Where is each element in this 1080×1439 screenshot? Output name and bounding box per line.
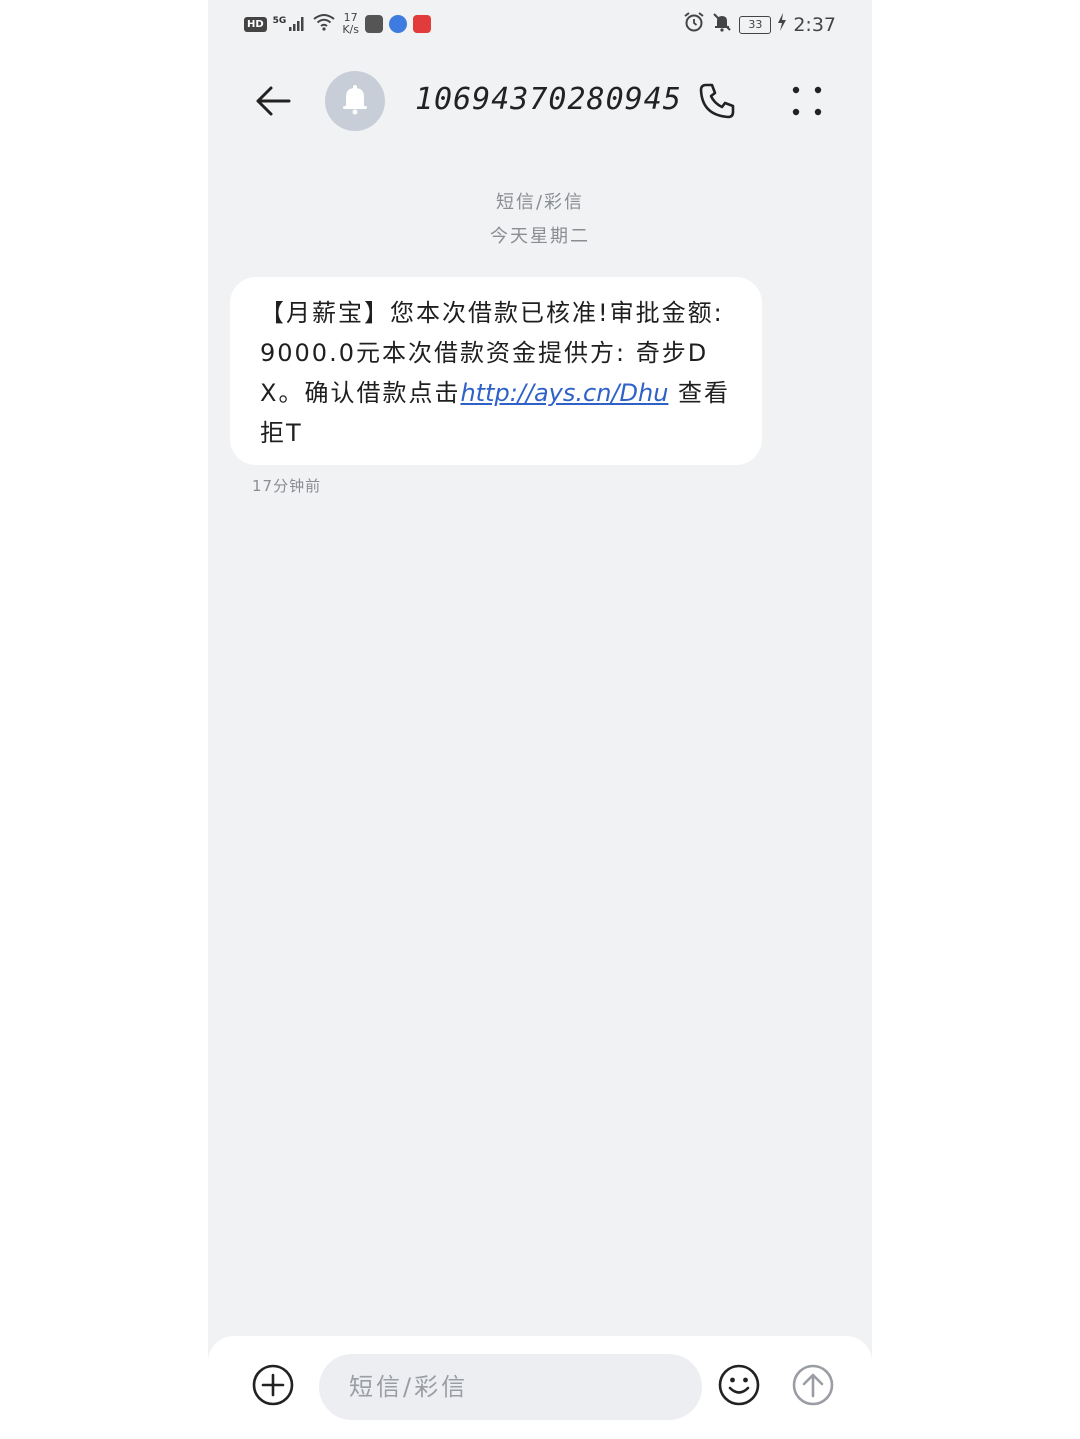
contact-number: 10694370280945: [415, 82, 682, 117]
charging-icon: [777, 13, 787, 36]
channel-label: 短信/彩信: [495, 192, 585, 213]
emoji-button[interactable]: [716, 1364, 762, 1410]
net-speed-unit: K/s: [342, 23, 359, 36]
more-dots-icon: [790, 84, 824, 122]
smiley-icon: [717, 1363, 761, 1411]
message-input[interactable]: [319, 1354, 702, 1420]
status-bar-left: HD 5G 17 K/s: [244, 12, 431, 36]
status-bar: HD 5G 17 K/s 33 2:37: [208, 0, 872, 50]
compose-bar: [208, 1336, 872, 1439]
message-link[interactable]: http://ays.cn/Dhu: [460, 379, 668, 407]
contact-avatar[interactable]: [325, 71, 385, 131]
signal-icon: 5G: [273, 16, 307, 32]
phone-screen: HD 5G 17 K/s 33 2:37 10694370280945 短信/彩…: [208, 0, 872, 1439]
app-red-notification-icon: [412, 15, 431, 33]
plus-circle-icon: [251, 1363, 295, 1411]
message-bubble[interactable]: 【月薪宝】您本次借款已核准!审批金额: 9000.0元本次借款资金提供方: 奇步…: [230, 277, 762, 465]
send-arrow-icon: [791, 1363, 835, 1411]
attach-button[interactable]: [250, 1364, 296, 1410]
back-button[interactable]: [248, 78, 298, 128]
more-options-button[interactable]: [782, 78, 832, 128]
conversation-header: 10694370280945: [208, 60, 872, 142]
message-timestamp: 17分钟前: [252, 477, 322, 495]
date-label: 今天星期二: [490, 226, 590, 247]
hd-badge: HD: [244, 16, 267, 32]
net-speed: 17 K/s: [342, 12, 359, 36]
status-clock: 2:37: [793, 13, 836, 36]
alarm-icon: [683, 12, 705, 37]
thread-info: 短信/彩信 今天星期二: [208, 186, 872, 254]
status-bar-right: 33 2:37: [683, 12, 836, 37]
send-button[interactable]: [790, 1364, 836, 1410]
battery-indicator: 33: [739, 15, 772, 34]
phone-icon: [697, 81, 737, 125]
app-notification-icon: [364, 15, 383, 33]
mute-bell-icon: [711, 12, 733, 37]
browser-notification-icon: [388, 15, 407, 33]
network-type-label: 5G: [272, 16, 287, 26]
call-button[interactable]: [692, 78, 742, 128]
message-text: 【月薪宝】您本次借款已核准!审批金额: 9000.0元本次借款资金提供方: 奇步…: [260, 293, 732, 453]
bell-icon: [340, 83, 370, 119]
arrow-left-icon: [253, 84, 293, 122]
wifi-icon: [312, 13, 336, 36]
